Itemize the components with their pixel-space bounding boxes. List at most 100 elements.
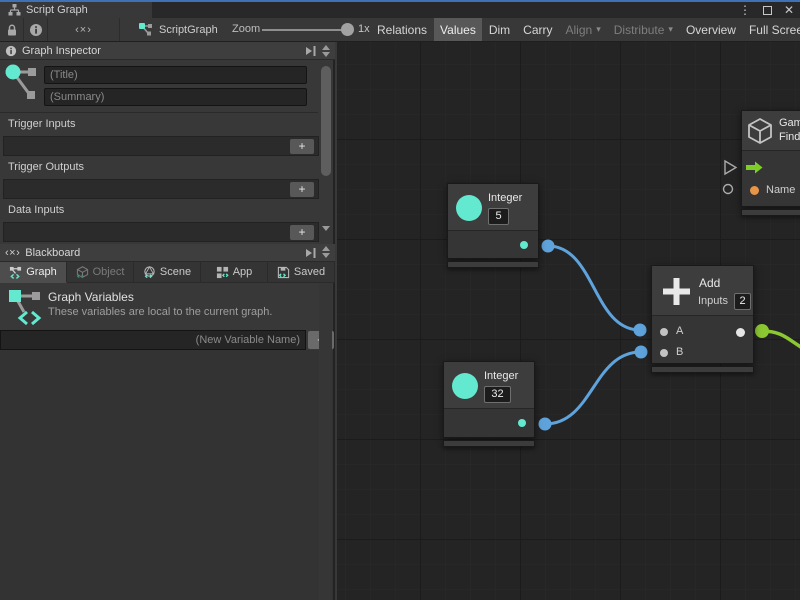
- edge-endpoint-dot[interactable]: [634, 324, 647, 337]
- graph-inspector-title: Graph Inspector: [22, 45, 101, 57]
- trigger-outputs-label: Trigger Outputs: [8, 161, 84, 173]
- blackboard-tabs: Graph Object Scene: [0, 262, 335, 283]
- graph-canvas[interactable]: Integer 5 Integer 32: [337, 42, 800, 600]
- carry-button[interactable]: Carry: [517, 18, 558, 41]
- code-view-button[interactable]: ‹×›: [48, 18, 120, 41]
- zoom-slider-track[interactable]: [262, 29, 352, 31]
- info-icon: [5, 45, 17, 57]
- port-a-label: A: [676, 325, 683, 337]
- values-button[interactable]: Values: [434, 18, 482, 41]
- scroll-down-button[interactable]: [322, 226, 330, 231]
- scroll-down-button[interactable]: [322, 52, 330, 57]
- tab-bar: Script Graph ⋮ ✕: [0, 2, 800, 18]
- trigger-inputs-label: Trigger Inputs: [8, 118, 75, 130]
- window-controls: ⋮ ✕: [739, 2, 794, 18]
- node-footer: [651, 366, 754, 373]
- node-title: Integer: [488, 192, 522, 204]
- graph-hierarchy-icon: [8, 4, 21, 16]
- port-name-label: Name: [766, 184, 795, 196]
- add-data-input-button[interactable]: +: [290, 225, 314, 240]
- inputs-count-field[interactable]: 2: [734, 293, 751, 310]
- full-screen-button[interactable]: Full Screen: [743, 18, 800, 41]
- integer-value-field[interactable]: 5: [488, 208, 509, 225]
- inspector-toggle-button[interactable]: [24, 18, 48, 41]
- trigger-outputs-list: +: [3, 179, 319, 199]
- graph-summary-input[interactable]: [44, 88, 307, 106]
- edge-endpoint-dot[interactable]: [539, 418, 552, 431]
- scroll-up-button[interactable]: [322, 45, 330, 50]
- add-trigger-output-button[interactable]: +: [290, 182, 314, 197]
- port-b-label: B: [676, 346, 683, 358]
- edge-endpoint-dot[interactable]: [755, 324, 769, 338]
- dim-button[interactable]: Dim: [483, 18, 516, 41]
- input-port-a[interactable]: [660, 328, 668, 336]
- graph-title-input[interactable]: [44, 66, 307, 84]
- zoom-label: Zoom: [232, 18, 260, 41]
- name-input-port[interactable]: [750, 186, 759, 195]
- toolbar-buttons: Relations Values Dim Carry Align▾ Distri…: [371, 18, 800, 41]
- script-graph-icon: [138, 22, 153, 37]
- edge-integer32-to-add-b[interactable]: [545, 352, 641, 424]
- blackboard-title: Blackboard: [25, 247, 80, 259]
- node-add[interactable]: Add Inputs 2 A B: [651, 265, 754, 373]
- trigger-port-outline-icon[interactable]: [725, 161, 736, 174]
- output-port[interactable]: [736, 328, 745, 337]
- script-graph-asset-icon: [5, 64, 39, 108]
- node-footer: [741, 209, 800, 216]
- graph-breadcrumb[interactable]: ScriptGraph: [138, 18, 218, 41]
- scrollbar-thumb[interactable]: [321, 66, 331, 176]
- tab-saved-variables[interactable]: Saved: [268, 262, 335, 283]
- node-title: Integer: [484, 370, 518, 382]
- relations-button[interactable]: Relations: [371, 18, 433, 41]
- tab-label: Script Graph: [26, 4, 88, 16]
- popout-icon[interactable]: [304, 247, 317, 259]
- overview-button[interactable]: Overview: [680, 18, 742, 41]
- input-port-b[interactable]: [660, 349, 668, 357]
- output-port[interactable]: [520, 241, 528, 249]
- node-integer-32[interactable]: Integer 32: [443, 361, 535, 447]
- chevron-down-icon: ▾: [668, 24, 673, 35]
- divider: [0, 112, 318, 113]
- node-title-line2: Find: [779, 131, 800, 143]
- popout-icon[interactable]: [304, 45, 317, 57]
- integer-value-field[interactable]: 32: [484, 386, 511, 403]
- graph-toolbar: ‹×› ScriptGraph Zoom 1x Relations Values…: [0, 18, 800, 42]
- tab-graph-variables[interactable]: Graph: [0, 262, 67, 283]
- inspector-scroll-bottom: [319, 224, 332, 233]
- blackboard-scroll-track[interactable]: [319, 283, 332, 600]
- window-maximize-button[interactable]: [763, 6, 772, 15]
- tab-script-graph[interactable]: Script Graph: [0, 2, 152, 18]
- new-variable-name-input[interactable]: [0, 330, 306, 350]
- tab-object-variables[interactable]: Object: [67, 262, 134, 283]
- info-icon: [29, 23, 43, 37]
- node-integer-5[interactable]: Integer 5: [447, 183, 539, 268]
- graph-variables-icon: [9, 266, 22, 279]
- blackboard-scroll-buttons: [319, 244, 332, 260]
- edge-integer5-to-add-a[interactable]: [548, 246, 640, 330]
- window-close-button[interactable]: ✕: [784, 3, 794, 17]
- edge-endpoint-dot[interactable]: [542, 240, 555, 253]
- node-title-line1: GameObject: [779, 117, 800, 129]
- output-port[interactable]: [518, 419, 526, 427]
- tab-app-variables[interactable]: App: [201, 262, 268, 283]
- data-inputs-list: +: [3, 222, 319, 242]
- script-graph-window: Script Graph ⋮ ✕ ‹×›: [0, 0, 800, 600]
- lock-button[interactable]: [0, 18, 24, 41]
- node-footer: [443, 440, 535, 447]
- align-dropdown[interactable]: Align▾: [560, 18, 607, 41]
- zoom-slider-handle[interactable]: [341, 23, 354, 36]
- graph-variables-icon: [6, 288, 44, 328]
- data-port-outline-icon[interactable]: [724, 185, 733, 194]
- scroll-down-button[interactable]: [322, 253, 330, 258]
- tab-scene-variables[interactable]: Scene: [134, 262, 201, 283]
- scroll-up-button[interactable]: [322, 246, 330, 251]
- window-menu-button[interactable]: ⋮: [739, 3, 751, 17]
- node-gameobject-find[interactable]: GameObject Find Name: [741, 110, 800, 216]
- add-trigger-input-button[interactable]: +: [290, 139, 314, 154]
- edge-endpoint-dot[interactable]: [635, 346, 648, 359]
- saved-variables-icon: [277, 266, 290, 279]
- object-variables-icon: [76, 266, 89, 279]
- node-footer: [447, 261, 539, 268]
- distribute-dropdown[interactable]: Distribute▾: [608, 18, 679, 41]
- trigger-arrow-icon[interactable]: [746, 161, 763, 174]
